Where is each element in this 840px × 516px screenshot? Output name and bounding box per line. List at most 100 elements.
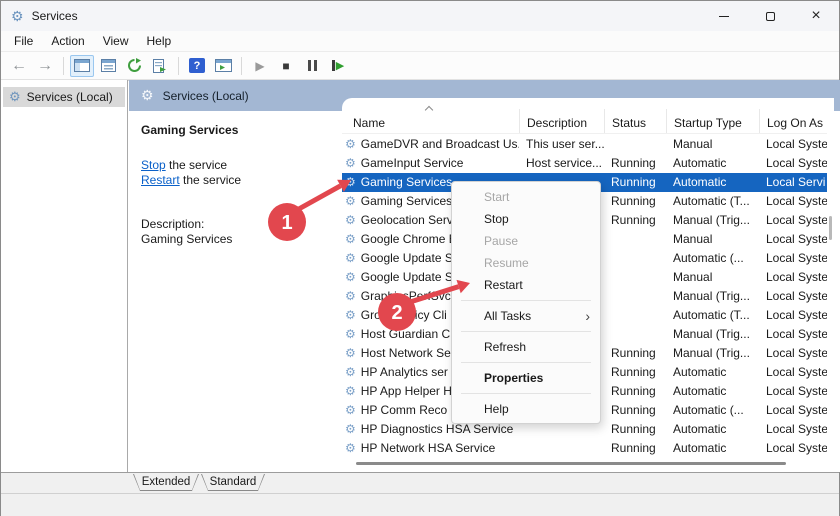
pause-service-icon[interactable] bbox=[300, 55, 324, 77]
service-name: HP Comm Reco bbox=[361, 403, 447, 417]
service-name: HP Diagnostics HSA Service bbox=[361, 422, 514, 436]
title-bar: ⚙ Services × bbox=[1, 1, 839, 31]
cell-status bbox=[604, 249, 666, 268]
context-menu-item-restart[interactable]: Restart bbox=[452, 274, 600, 296]
cell-startup-type: Automatic bbox=[666, 154, 759, 173]
column-header-startup-type[interactable]: Startup Type bbox=[666, 109, 759, 133]
context-menu-item-all-tasks[interactable]: All Tasks › bbox=[452, 305, 600, 327]
description-value: Gaming Services bbox=[141, 232, 330, 247]
service-name: Google Update S bbox=[361, 251, 453, 265]
cell-log-on-as: Local Syste bbox=[759, 401, 827, 420]
extended-info-panel: Gaming Services Stop the service Restart… bbox=[129, 111, 342, 472]
stop-service-icon[interactable]: ■ bbox=[274, 55, 298, 77]
service-name: Google Update S bbox=[361, 270, 453, 284]
export-list-glyph bbox=[153, 59, 168, 73]
context-menu-item-refresh[interactable]: Refresh bbox=[452, 336, 600, 358]
cell-startup-type: Manual (Trig... bbox=[666, 344, 759, 363]
cell-log-on-as: Local Syste bbox=[759, 439, 827, 458]
table-row[interactable]: ⚙HP Network HSA Service RunningAutomaticL… bbox=[342, 439, 827, 458]
cell-name: ⚙HP Network HSA Service bbox=[342, 439, 519, 458]
pane-header: ⚙ Services (Local) bbox=[141, 80, 249, 111]
minimize-button[interactable] bbox=[701, 1, 747, 31]
context-menu-item-label: Refresh bbox=[484, 336, 526, 358]
column-header-log-on-as[interactable]: Log On As bbox=[759, 109, 827, 133]
toolbar: ← → ? ▶ ■ ▶ bbox=[1, 52, 839, 80]
context-menu-item-label: Start bbox=[484, 186, 509, 208]
gear-icon: ⚙ bbox=[9, 89, 21, 105]
gear-icon: ⚙ bbox=[345, 308, 356, 322]
cell-log-on-as: Local Syste bbox=[759, 325, 827, 344]
tab-extended[interactable]: Extended bbox=[133, 474, 199, 491]
menu-view[interactable]: View bbox=[94, 34, 138, 48]
cell-status bbox=[604, 268, 666, 287]
cell-startup-type: Automatic (T... bbox=[666, 192, 759, 211]
maximize-button[interactable] bbox=[747, 1, 793, 31]
show-console-tree-icon[interactable] bbox=[70, 55, 94, 77]
context-menu-item-stop[interactable]: Stop bbox=[452, 208, 600, 230]
context-menu-item-properties[interactable]: Properties bbox=[452, 367, 600, 389]
cell-description bbox=[519, 439, 604, 458]
cell-startup-type: Automatic (T... bbox=[666, 306, 759, 325]
cell-startup-type: Automatic bbox=[666, 439, 759, 458]
context-menu-item-help[interactable]: Help bbox=[452, 398, 600, 420]
cell-status: Running bbox=[604, 439, 666, 458]
cell-log-on-as: Local Servi bbox=[759, 173, 827, 192]
help-icon[interactable]: ? bbox=[185, 55, 209, 77]
cell-status: Running bbox=[604, 211, 666, 230]
stop-service-link[interactable]: Stop bbox=[141, 158, 166, 172]
context-menu-item-pause: Pause bbox=[452, 230, 600, 252]
refresh-icon[interactable] bbox=[122, 55, 146, 77]
menu-help[interactable]: Help bbox=[138, 34, 181, 48]
service-name: Host Guardian C bbox=[361, 327, 450, 341]
cell-startup-type: Manual (Trig... bbox=[666, 287, 759, 306]
gear-icon: ⚙ bbox=[141, 87, 154, 104]
service-description: Description: Gaming Services bbox=[141, 217, 330, 247]
services-pane: ⚙ Services (Local) Gaming Services Stop … bbox=[129, 80, 840, 472]
column-header-name[interactable]: Name bbox=[342, 109, 519, 133]
menu-action[interactable]: Action bbox=[42, 34, 93, 48]
restart-service-icon[interactable]: ▶ bbox=[326, 55, 350, 77]
cell-startup-type: Automatic (... bbox=[666, 401, 759, 420]
back-icon[interactable]: ← bbox=[7, 55, 31, 77]
cell-status: Running bbox=[604, 173, 666, 192]
vertical-scrollbar-thumb[interactable] bbox=[829, 216, 832, 240]
tree-item-services-local[interactable]: ⚙ Services (Local) bbox=[3, 87, 125, 107]
window-controls: × bbox=[701, 1, 839, 31]
column-header-description[interactable]: Description bbox=[519, 109, 604, 133]
cell-status: Running bbox=[604, 344, 666, 363]
cell-log-on-as: Local Syste bbox=[759, 154, 827, 173]
cell-name: ⚙GameDVR and Broadcast Us... bbox=[342, 135, 519, 154]
new-window-icon[interactable] bbox=[211, 55, 235, 77]
column-header-status[interactable]: Status bbox=[604, 109, 666, 133]
cell-status bbox=[604, 325, 666, 344]
start-service-icon[interactable]: ▶ bbox=[248, 55, 272, 77]
context-menu-item-label: Help bbox=[484, 398, 509, 420]
gear-icon: ⚙ bbox=[345, 422, 356, 436]
cell-log-on-as: Local Syste bbox=[759, 363, 827, 382]
restart-service-link[interactable]: Restart bbox=[141, 173, 180, 187]
gear-icon: ⚙ bbox=[345, 175, 356, 189]
maximize-icon bbox=[766, 12, 775, 21]
cell-log-on-as: Local Syste bbox=[759, 287, 827, 306]
table-row[interactable]: ⚙GameInput ServiceHost service...Running… bbox=[342, 154, 827, 173]
menu-file[interactable]: File bbox=[5, 34, 42, 48]
cell-startup-type: Automatic bbox=[666, 382, 759, 401]
horizontal-scrollbar-thumb[interactable] bbox=[356, 462, 786, 465]
tab-standard[interactable]: Standard bbox=[201, 474, 265, 491]
cell-startup-type: Manual bbox=[666, 135, 759, 154]
context-menu-item-label: All Tasks bbox=[484, 305, 531, 327]
vertical-scrollbar[interactable] bbox=[827, 122, 834, 472]
context-menu-item-start: Start bbox=[452, 186, 600, 208]
table-row[interactable]: ⚙GameDVR and Broadcast Us...This user se… bbox=[342, 135, 827, 154]
cell-log-on-as: Local Syste bbox=[759, 211, 827, 230]
properties-icon[interactable] bbox=[96, 55, 120, 77]
selected-service-name: Gaming Services bbox=[141, 123, 330, 137]
forward-icon[interactable]: → bbox=[33, 55, 57, 77]
close-button[interactable]: × bbox=[793, 1, 839, 31]
export-list-icon[interactable] bbox=[148, 55, 172, 77]
submenu-arrow-icon: › bbox=[585, 305, 590, 327]
gear-icon: ⚙ bbox=[345, 403, 356, 417]
cell-status: Running bbox=[604, 382, 666, 401]
context-menu-separator bbox=[461, 300, 591, 301]
cell-log-on-as: Local Syste bbox=[759, 382, 827, 401]
